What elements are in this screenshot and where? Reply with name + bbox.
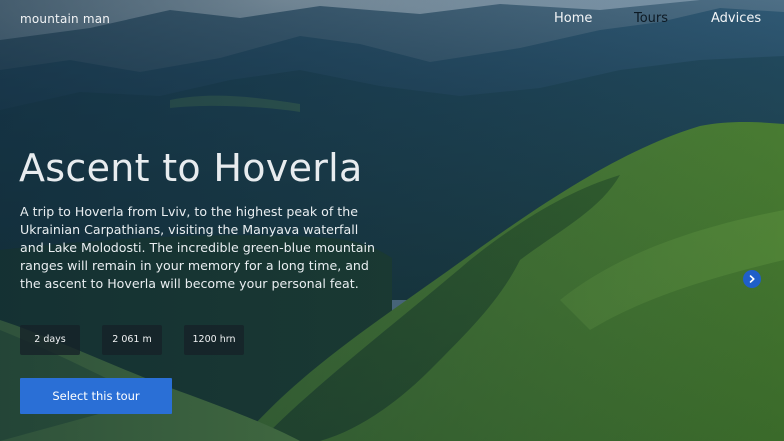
nav-item-advices[interactable]: Advices bbox=[711, 11, 761, 26]
stat-badge-price: 1200 hrn bbox=[184, 325, 244, 355]
altitude-value: 2 061 m bbox=[112, 334, 152, 345]
nav-item-home[interactable]: Home bbox=[554, 11, 592, 26]
carousel-next-button[interactable] bbox=[743, 270, 761, 288]
stat-badge-altitude: 2 061 m bbox=[102, 325, 162, 355]
main-navigation: Home Tours Advices bbox=[0, 11, 784, 29]
nav-item-tours[interactable]: Tours bbox=[634, 11, 668, 26]
hero-title: Ascent to Hoverla bbox=[19, 146, 363, 190]
hero-description: A trip to Hoverla from Lviv, to the high… bbox=[20, 204, 375, 291]
stat-badge-duration: 2 days bbox=[20, 325, 80, 355]
price-value: 1200 hrn bbox=[192, 334, 236, 345]
duration-value: 2 days bbox=[34, 334, 66, 345]
select-tour-button[interactable]: Select this tour bbox=[20, 378, 172, 414]
chevron-right-icon bbox=[749, 275, 755, 283]
